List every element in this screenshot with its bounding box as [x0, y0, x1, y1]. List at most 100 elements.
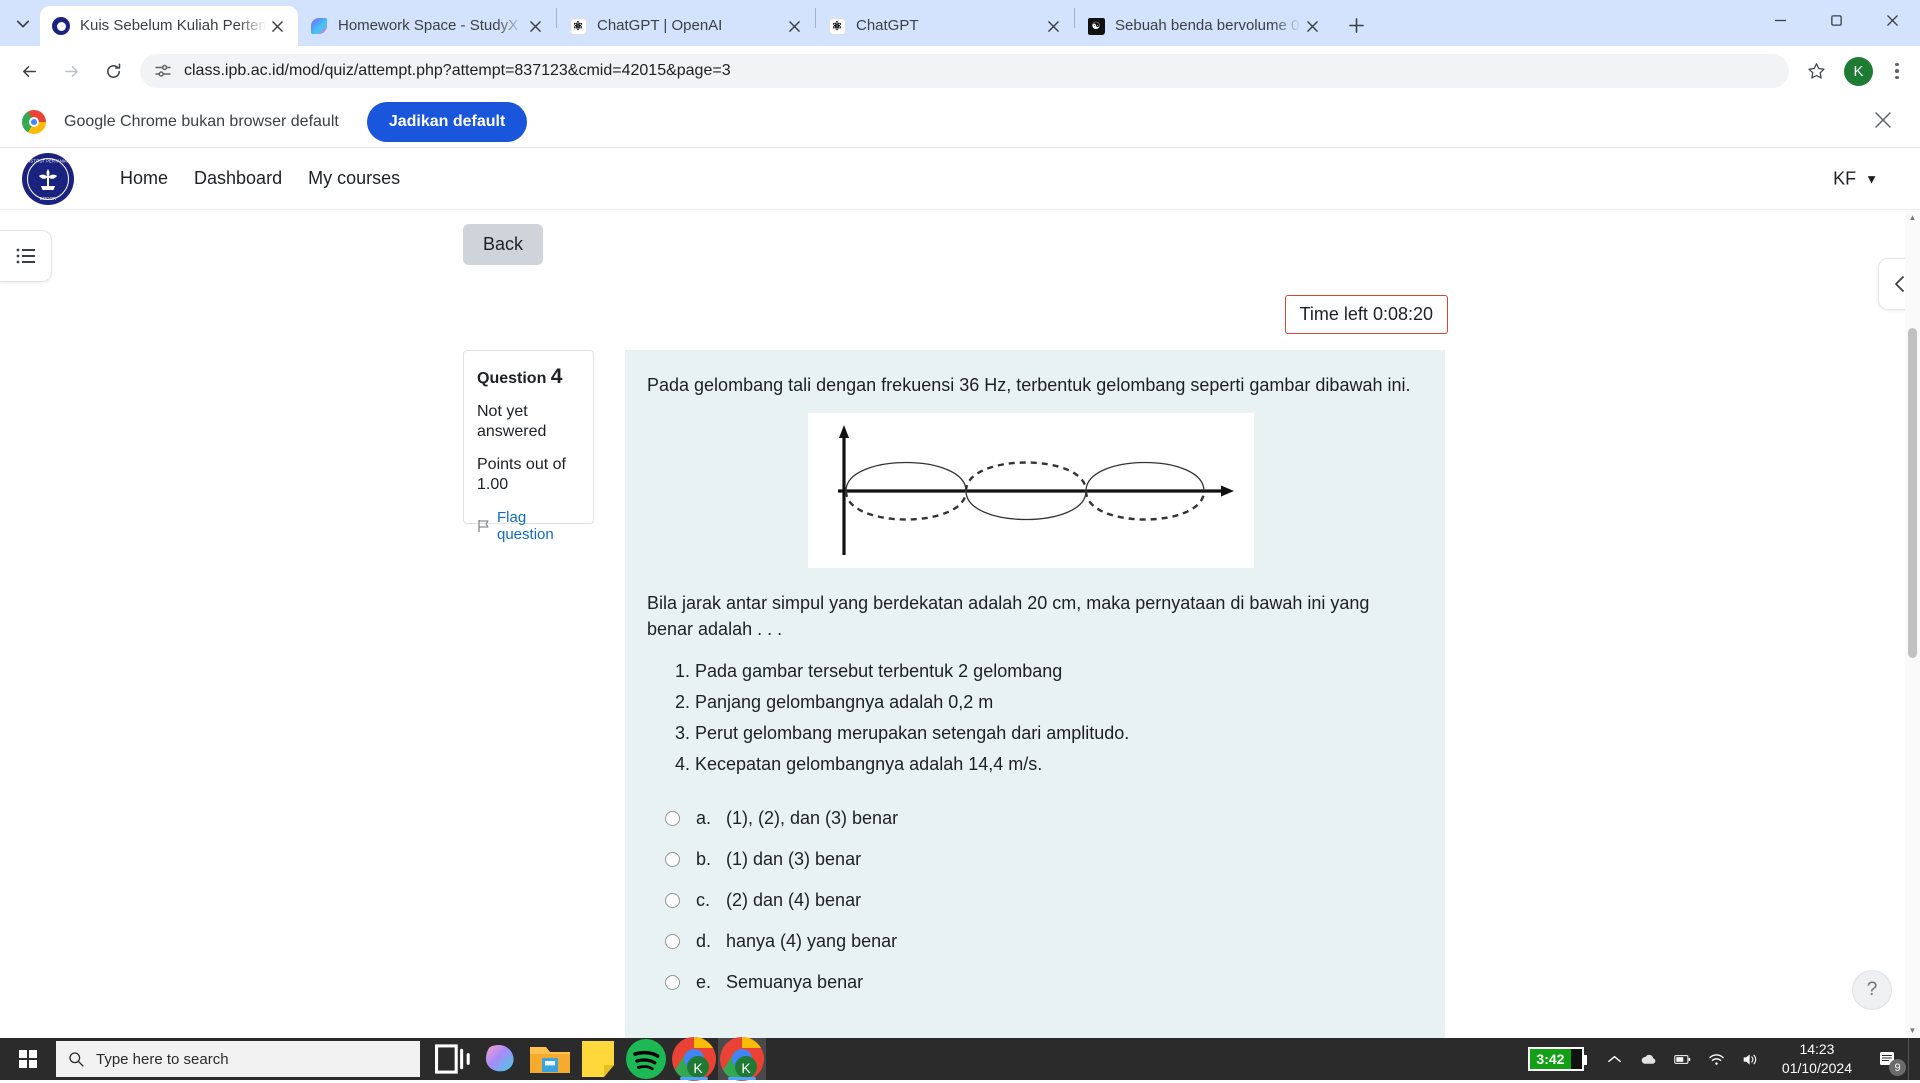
answer-option-d[interactable]: d. hanya (4) yang benar	[647, 931, 1415, 952]
scroll-down-arrow-icon[interactable]: ▼	[1905, 1023, 1920, 1038]
ipb-logo-icon[interactable]: INSTITUT PERTANIAN BOGOR	[22, 153, 74, 205]
browser-tab-1[interactable]: Homework Space - StudyX	[298, 6, 556, 46]
site-settings-icon[interactable]	[154, 62, 172, 80]
back-icon[interactable]	[10, 52, 48, 90]
tab-title: Kuis Sebelum Kuliah Pertemuan	[80, 17, 266, 35]
help-button[interactable]: ?	[1852, 970, 1892, 1010]
close-icon[interactable]	[524, 15, 546, 37]
browser-tab-0[interactable]: Kuis Sebelum Kuliah Pertemuan	[40, 6, 298, 46]
wifi-icon[interactable]	[1700, 1038, 1734, 1080]
spotify-icon[interactable]	[622, 1038, 670, 1080]
wave-figure-svg	[816, 421, 1246, 561]
flag-question-link[interactable]: Flag question	[477, 509, 580, 543]
address-bar[interactable]: class.ipb.ac.id/mod/quiz/attempt.php?att…	[140, 54, 1789, 88]
browser-tab-4[interactable]: ☯ Sebuah benda bervolume 0,002	[1075, 6, 1333, 46]
chevron-down-icon: ▼	[1865, 171, 1878, 186]
answer-option-c[interactable]: c. (2) dan (4) benar	[647, 890, 1415, 911]
minimize-button[interactable]	[1752, 0, 1808, 40]
forward-icon[interactable]	[52, 52, 90, 90]
profile-avatar[interactable]: K	[1844, 57, 1873, 86]
answer-option-e[interactable]: e. Semuanya benar	[647, 972, 1415, 993]
sticky-notes-icon[interactable]	[574, 1038, 622, 1080]
scrollbar-thumb[interactable]	[1908, 328, 1917, 658]
open-course-index-drawer-button[interactable]	[0, 230, 52, 282]
openai-icon: ⚛	[569, 17, 587, 35]
svg-text:INSTITUT PERTANIAN: INSTITUT PERTANIAN	[26, 158, 70, 163]
tab-title: Sebuah benda bervolume 0,002	[1115, 17, 1301, 35]
banner-close-icon[interactable]	[1874, 111, 1896, 133]
timer-row: Time left 0:08:20	[350, 295, 1920, 334]
option-text: Semuanya benar	[726, 972, 863, 993]
reload-icon[interactable]	[94, 52, 132, 90]
page-scrollbar[interactable]: ▲ ▼	[1905, 210, 1920, 1038]
flag-icon	[477, 519, 491, 533]
question-state: Not yet answered	[477, 402, 580, 442]
openai-icon: ⚛	[828, 17, 846, 35]
battery-icon[interactable]	[1666, 1038, 1700, 1080]
new-tab-button[interactable]	[1339, 8, 1373, 42]
show-hidden-icons-chevron-icon[interactable]	[1598, 1038, 1632, 1080]
tab-search-icon[interactable]	[6, 7, 40, 41]
back-button[interactable]: Back	[463, 224, 543, 265]
question-heading: Question 4	[477, 365, 580, 389]
option-text: (2) dan (4) benar	[726, 890, 861, 911]
chrome-icon[interactable]: K	[718, 1038, 766, 1080]
quiz-content: Back Time left 0:08:20 Question 4 Not ye…	[0, 210, 1920, 1038]
answer-options: a. (1), (2), dan (3) benar b. (1) dan (3…	[647, 808, 1415, 993]
option-letter: a.	[696, 808, 726, 829]
radio-button[interactable]	[665, 975, 680, 990]
close-icon[interactable]	[266, 15, 288, 37]
close-icon[interactable]	[1301, 15, 1323, 37]
close-icon[interactable]	[783, 15, 805, 37]
onedrive-icon[interactable]	[1632, 1038, 1666, 1080]
radio-button[interactable]	[665, 893, 680, 908]
radio-button[interactable]	[665, 852, 680, 867]
close-icon[interactable]	[1042, 15, 1064, 37]
maximize-button[interactable]	[1808, 0, 1864, 40]
bookmark-star-icon[interactable]	[1797, 52, 1835, 90]
chrome-icon	[22, 110, 46, 134]
battery-time-widget[interactable]: 3:42	[1528, 1047, 1584, 1071]
answer-option-a[interactable]: a. (1), (2), dan (3) benar	[647, 808, 1415, 829]
answer-option-b[interactable]: b. (1) dan (3) benar	[647, 849, 1415, 870]
scroll-up-arrow-icon[interactable]: ▲	[1905, 210, 1920, 225]
taskbar-clock[interactable]: 14:23 01/10/2024	[1768, 1040, 1866, 1078]
statement-item: 2. Panjang gelombangnya adalah 0,2 m	[675, 687, 1415, 718]
tab-title: ChatGPT | OpenAI	[597, 17, 783, 35]
chrome-menu-icon[interactable]	[1882, 52, 1912, 90]
quiz-timer: Time left 0:08:20	[1285, 295, 1448, 334]
set-default-button[interactable]: Jadikan default	[367, 102, 527, 142]
banner-text: Google Chrome bukan browser default	[64, 113, 339, 131]
volume-icon[interactable]	[1734, 1038, 1768, 1080]
browser-tab-3[interactable]: ⚛ ChatGPT	[816, 6, 1074, 46]
browser-tab-2[interactable]: ⚛ ChatGPT | OpenAI	[557, 6, 815, 46]
start-button-icon[interactable]	[0, 1038, 56, 1080]
question-points: Points out of 1.00	[477, 455, 580, 495]
nav-link-my-courses[interactable]: My courses	[308, 168, 400, 189]
radio-button[interactable]	[665, 811, 680, 826]
svg-text:BOGOR: BOGOR	[40, 196, 56, 201]
standing-wave-diagram	[808, 413, 1254, 568]
dark-site-icon: ☯	[1087, 17, 1105, 35]
close-window-button[interactable]	[1864, 0, 1920, 40]
nav-link-dashboard[interactable]: Dashboard	[194, 168, 282, 189]
option-text: hanya (4) yang benar	[726, 931, 897, 952]
statement-item: 3. Perut gelombang merupakan setengah da…	[675, 718, 1415, 749]
url-text: class.ipb.ac.id/mod/quiz/attempt.php?att…	[184, 62, 731, 80]
copilot-icon[interactable]	[478, 1038, 526, 1080]
nav-link-home[interactable]: Home	[120, 168, 168, 189]
question-row: Question 4 Not yet answered Points out o…	[463, 350, 1920, 1038]
radio-button[interactable]	[665, 934, 680, 949]
svg-text:K: K	[741, 1060, 751, 1076]
user-menu[interactable]: KF ▼	[1833, 168, 1878, 189]
chrome-icon[interactable]: K	[670, 1038, 718, 1080]
svg-text:K: K	[693, 1060, 703, 1076]
tab-list: Kuis Sebelum Kuliah Pertemuan Homework S…	[40, 0, 1333, 46]
option-letter: b.	[696, 849, 726, 870]
statement-list: 1. Pada gambar tersebut terbentuk 2 gelo…	[647, 656, 1415, 780]
notification-center-icon[interactable]: 9	[1866, 1038, 1908, 1080]
file-explorer-icon[interactable]	[526, 1038, 574, 1080]
show-desktop-button[interactable]	[1908, 1038, 1916, 1080]
taskbar-search-input[interactable]: Type here to search	[56, 1041, 420, 1077]
task-view-icon[interactable]	[430, 1038, 478, 1080]
